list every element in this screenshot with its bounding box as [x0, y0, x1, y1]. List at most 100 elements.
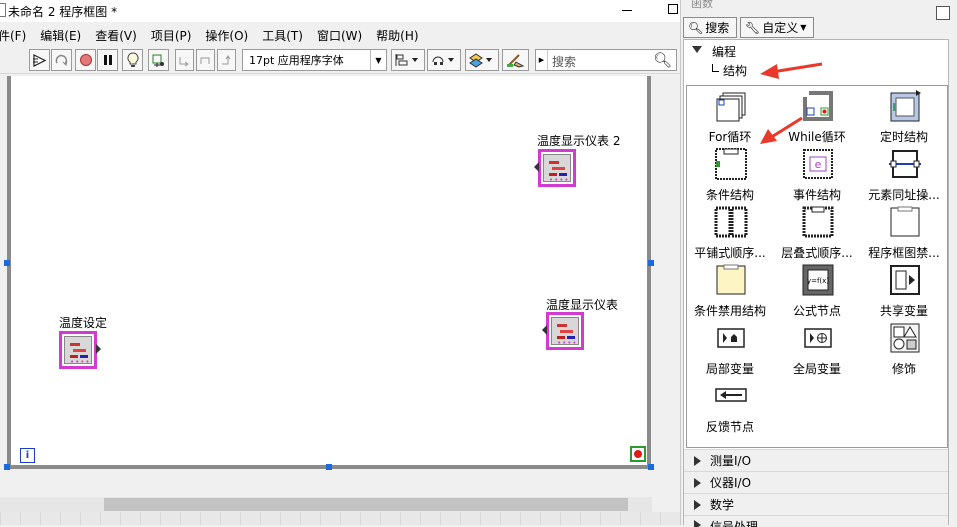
menu-help[interactable]: 帮助(H) [376, 24, 418, 46]
front-panel-grid [0, 512, 680, 525]
search-icon[interactable]: 🔍︎ [653, 51, 672, 69]
menu-file[interactable]: 件(F) [0, 24, 26, 46]
in-place-element-icon [889, 150, 921, 178]
palette-item-event-structure[interactable]: e 事件结构 [774, 144, 860, 202]
palette-search-button[interactable]: 🔍︎ 搜索 [683, 17, 737, 38]
category-instrument-io[interactable]: 仪器I/O [684, 471, 948, 493]
palette-item-shared-variable[interactable]: 共享变量 [861, 260, 947, 318]
palette-item-label: 修饰 [891, 362, 916, 376]
resize-handle[interactable] [4, 464, 10, 470]
indicator-terminal[interactable]: •••• [542, 312, 584, 350]
palette-item-label: 反馈节点 [705, 420, 754, 434]
palette-customize-button[interactable]: 🔧︎ 自定义 ▼ [740, 17, 814, 38]
palette-item-label: 条件禁用结构 [693, 304, 766, 318]
control-terminal[interactable]: •••• [59, 331, 101, 369]
palette-item-timed-structure[interactable]: 定时结构 [861, 86, 947, 144]
resize-handle[interactable] [4, 260, 10, 266]
palette-item-formula-node[interactable]: y=f(x) 公式节点 [774, 260, 860, 318]
category-measurement-io[interactable]: 测量I/O [684, 449, 948, 471]
reorder-icon[interactable] [465, 49, 499, 71]
resize-handle[interactable] [326, 464, 332, 470]
palette-item-label: 共享变量 [879, 304, 928, 318]
run-arrow-icon[interactable] [29, 49, 50, 71]
palette-item-label: 事件结构 [792, 188, 841, 202]
case-structure-icon [715, 148, 747, 180]
menu-view[interactable]: 查看(V) [95, 24, 137, 46]
horizontal-scrollbar[interactable] [0, 497, 652, 512]
palette-item-label: 公式节点 [792, 304, 841, 318]
block-diagram-window: 未命名 2 程序框图 * 件(F) 编辑(E) 查看(V) 项目(P) 操作(O… [0, 0, 680, 525]
shared-variable-icon [890, 265, 920, 295]
cleanup-diagram-icon[interactable] [502, 49, 529, 71]
toolbar: 17pt 应用程序字体 ▼ ▶ 搜索 🔍︎ [0, 46, 680, 74]
decorations-icon [890, 323, 920, 353]
palette-item-case-structure[interactable]: 条件结构 [687, 144, 773, 202]
highlight-execution-icon[interactable] [122, 49, 143, 71]
abort-icon[interactable] [75, 49, 96, 71]
global-variable-icon [804, 328, 832, 348]
minimize-button[interactable] [622, 10, 632, 11]
functions-palette: 函数 🔍︎ 搜索 🔧︎ 自定义 ▼ 编程 结构 For循环 While循环 定时… [680, 0, 957, 527]
menu-tools[interactable]: 工具(T) [262, 24, 303, 46]
run-continuously-icon[interactable] [51, 49, 72, 71]
palette-item-label: 条件结构 [705, 188, 754, 202]
diagram-disable-icon [890, 206, 920, 237]
pause-icon[interactable] [97, 49, 118, 71]
block-diagram-canvas[interactable]: 温度显示仪表 2 •••• 温度设定 •••• 温度显示仪表 •••• i [4, 76, 654, 470]
distribute-objects-icon[interactable] [427, 49, 461, 71]
step-over-icon[interactable] [196, 49, 215, 71]
palette-item-stacked-sequence[interactable]: 层叠式顺序... [774, 202, 860, 260]
menu-edit[interactable]: 编辑(E) [40, 24, 81, 46]
node-label: 温度显示仪表 [546, 298, 619, 312]
category-label: 测量I/O [710, 454, 752, 468]
palette-item-global-variable[interactable]: 全局变量 [774, 318, 860, 376]
category-mathematics[interactable]: 数学 [684, 493, 948, 515]
palette-item-while-loop[interactable]: While循环 [774, 86, 860, 144]
resize-handle[interactable] [648, 464, 654, 470]
menu-operate[interactable]: 操作(O) [205, 24, 248, 46]
expanded-triangle-icon [692, 46, 702, 53]
palette-customize-label: 自定义 [762, 21, 799, 35]
menu-project[interactable]: 项目(P) [151, 24, 192, 46]
step-out-icon[interactable] [217, 49, 236, 71]
palette-item-diagram-disable[interactable]: 程序框图禁... [861, 202, 947, 260]
palette-item-conditional-disable[interactable]: 条件禁用结构 [687, 260, 773, 318]
palette-item-label: 元素同址操... [868, 188, 940, 202]
indicator-terminal[interactable]: •••• [534, 149, 576, 187]
retain-wire-values-icon[interactable] [148, 49, 169, 71]
structures-subpalette: For循环 While循环 定时结构 条件结构 e 事件结构 元素同址操... … [686, 85, 948, 448]
palette-item-in-place-element[interactable]: 元素同址操... [861, 144, 947, 202]
while-loop-icon [803, 91, 833, 121]
window-title: 未命名 2 程序框图 * [8, 5, 118, 19]
conditional-disable-icon [716, 264, 746, 295]
palette-item-flat-sequence[interactable]: 平铺式顺序... [687, 202, 773, 260]
stop-terminal-icon[interactable] [630, 446, 646, 462]
palette-pin-button[interactable] [936, 6, 950, 20]
formula-node-icon: y=f(x) [802, 264, 834, 296]
align-objects-icon[interactable] [391, 49, 425, 71]
category-label: 编程 [712, 45, 737, 59]
palette-scrollbar[interactable] [949, 39, 957, 525]
resize-handle[interactable] [648, 260, 654, 266]
dropdown-arrow-icon: ▼ [370, 50, 386, 70]
palette-item-local-variable[interactable]: 局部变量 [687, 318, 773, 376]
category-signal-processing[interactable]: 信号处理 [684, 515, 948, 527]
toolbar-search-box[interactable]: ▶ 搜索 🔍︎ [535, 49, 677, 71]
category-label: 仪器I/O [710, 476, 752, 490]
step-into-icon[interactable] [175, 49, 194, 71]
menu-window[interactable]: 窗口(W) [317, 24, 362, 46]
timed-structure-icon [890, 90, 921, 122]
maximize-button[interactable] [668, 4, 678, 14]
palette-item-label: 全局变量 [792, 362, 841, 376]
scrollbar-thumb[interactable] [104, 498, 628, 511]
palette-item-feedback-node[interactable]: 反馈节点 [687, 376, 773, 434]
palette-item-for-loop[interactable]: For循环 [687, 86, 773, 144]
font-select[interactable]: 17pt 应用程序字体 ▼ [242, 49, 387, 71]
palette-item-label: 程序框图禁... [868, 246, 940, 260]
subcategory-structures[interactable]: 结构 [712, 62, 747, 79]
iteration-terminal-icon[interactable]: i [20, 448, 35, 463]
palette-item-decorations[interactable]: 修饰 [861, 318, 947, 376]
palette-item-label: While循环 [788, 130, 846, 144]
search-options-arrow-icon[interactable]: ▶ [536, 50, 548, 70]
category-programming[interactable]: 编程 [684, 40, 948, 62]
